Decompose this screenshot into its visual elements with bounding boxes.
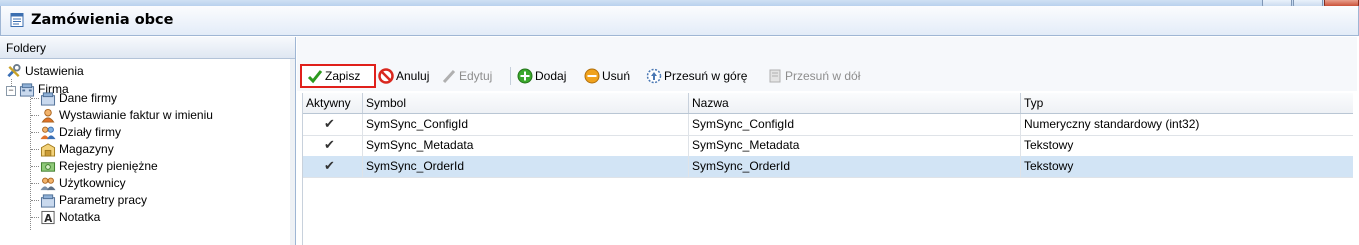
content-panel: Zapisz Anuluj Edytuj Dodaj Usuń Przesuń … (297, 37, 1357, 245)
column-header-aktywny[interactable]: Aktywny (303, 93, 363, 113)
money-register-icon (40, 162, 56, 172)
window-document-icon (10, 13, 24, 27)
tree-line (30, 88, 31, 230)
grid-header: Aktywny Symbol Nazwa Typ (303, 93, 1353, 114)
name-cell[interactable]: SymSync_OrderId (689, 156, 1021, 177)
remove-icon (584, 68, 600, 84)
table-row-selected[interactable]: ✔ SymSync_OrderId SymSync_OrderId Teksto… (303, 156, 1353, 178)
tree-line (31, 166, 39, 167)
symbol-cell[interactable]: SymSync_Metadata (363, 135, 689, 156)
table-row[interactable]: ✔ SymSync_Metadata SymSync_Metadata Teks… (303, 135, 1353, 157)
active-cell[interactable]: ✔ (303, 156, 363, 177)
tools-icon (7, 64, 21, 78)
users-icon (40, 177, 56, 191)
move-up-icon (646, 68, 662, 84)
pencil-icon (442, 69, 456, 84)
name-cell[interactable]: SymSync_ConfigId (689, 114, 1021, 135)
symbol-cell[interactable]: SymSync_ConfigId (363, 114, 689, 135)
active-cell[interactable]: ✔ (303, 114, 363, 135)
type-cell[interactable]: Numeryczny standardowy (int32) (1021, 114, 1353, 135)
tree-line (31, 183, 39, 184)
tree-line (31, 217, 39, 218)
active-cell[interactable]: ✔ (303, 135, 363, 156)
title-bar: Zamówienia obce (0, 6, 1359, 36)
folders-header-label: Foldery (6, 41, 47, 55)
add-icon (517, 68, 533, 84)
folder-tree: Ustawienia − Firma Dane firmy Wystawiani… (0, 59, 290, 245)
collapse-expander-icon[interactable]: − (6, 86, 16, 96)
folders-panel: Foldery Ustawienia − Firma Dane firmy Wy… (0, 37, 296, 245)
warehouse-icon (40, 143, 56, 157)
column-header-nazwa[interactable]: Nazwa (689, 93, 1021, 113)
departments-icon (40, 126, 56, 140)
company-icon (19, 83, 35, 97)
type-cell[interactable]: Tekstowy (1021, 135, 1353, 156)
note-icon: A (41, 210, 55, 225)
move-down-icon (769, 69, 781, 83)
tree-line (31, 98, 39, 99)
active-checkbox[interactable]: ✔ (324, 138, 336, 151)
tree-line (31, 132, 39, 133)
toolbar: Zapisz Anuluj Edytuj Dodaj Usuń Przesuń … (297, 37, 1357, 91)
tree-line (31, 149, 39, 150)
type-cell[interactable]: Tekstowy (1021, 156, 1353, 177)
tree-line (31, 200, 39, 201)
folders-scrollbar[interactable] (290, 59, 295, 245)
svg-text:A: A (44, 213, 52, 225)
window-title: Zamówienia obce (31, 12, 174, 28)
work-parameters-icon (40, 194, 56, 208)
attributes-grid: Aktywny Symbol Nazwa Typ ✔ SymSync_Confi… (302, 93, 1353, 245)
name-cell[interactable]: SymSync_Metadata (689, 135, 1021, 156)
toolbar-separator (510, 67, 511, 85)
active-checkbox[interactable]: ✔ (324, 159, 336, 172)
checkmark-icon (307, 70, 323, 84)
symbol-cell[interactable]: SymSync_OrderId (363, 156, 689, 177)
active-checkbox[interactable]: ✔ (324, 117, 336, 130)
company-data-icon (40, 92, 56, 106)
tree-line (31, 115, 39, 116)
column-header-typ[interactable]: Typ (1021, 93, 1353, 113)
table-row[interactable]: ✔ SymSync_ConfigId SymSync_ConfigId Nume… (303, 114, 1353, 136)
column-header-symbol[interactable]: Symbol (363, 93, 689, 113)
person-icon (41, 108, 55, 123)
cancel-icon (378, 68, 394, 84)
folders-header: Foldery (0, 37, 295, 59)
